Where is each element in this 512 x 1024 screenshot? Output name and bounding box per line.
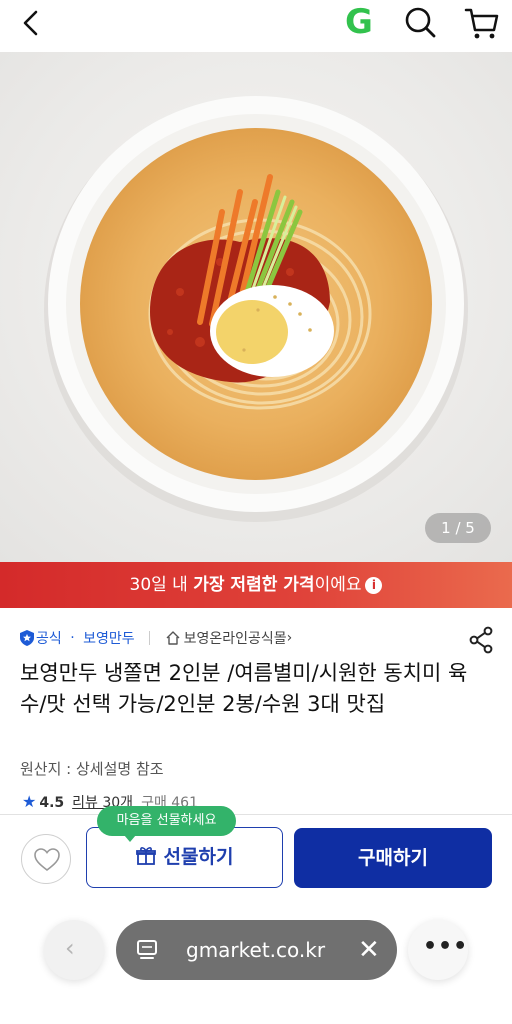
more-options-button[interactable]: ••• bbox=[408, 920, 468, 980]
back-button[interactable] bbox=[14, 6, 48, 40]
store-link[interactable]: 보영온라인공식몰› bbox=[165, 630, 293, 647]
heart-icon bbox=[34, 848, 60, 872]
buy-button[interactable]: 구매하기 bbox=[294, 828, 492, 888]
chevron-left-icon: ‹ bbox=[65, 934, 75, 962]
gift-icon bbox=[135, 847, 156, 865]
gift-tooltip: 마음을 선물하세요 bbox=[97, 806, 236, 842]
product-title: 보영만두 냉쫄면 2인분 /여름별미/시원한 동치미 육수/맛 선택 가능/2인… bbox=[20, 661, 468, 716]
product-image-gallery[interactable] bbox=[0, 52, 512, 562]
origin-info: 원산지 : 상세설명 참조 bbox=[20, 760, 164, 778]
brand-link[interactable]: 보영만두 bbox=[83, 631, 135, 647]
info-icon[interactable]: i bbox=[365, 577, 383, 594]
chevron-right-icon: › bbox=[286, 630, 293, 646]
more-icon: ••• bbox=[423, 934, 469, 959]
browser-back-button[interactable]: ‹ bbox=[44, 920, 104, 980]
tabs-icon bbox=[137, 940, 157, 959]
gift-label: 선물하기 bbox=[163, 846, 234, 868]
store-name: 보영온라인공식몰 bbox=[183, 631, 287, 647]
image-page-indicator: 1 / 5 bbox=[425, 513, 491, 543]
cart-icon[interactable] bbox=[462, 4, 500, 42]
rating-score: 4.5 bbox=[39, 795, 65, 811]
separator-dot: · bbox=[70, 630, 75, 646]
top-bar: G bbox=[0, 0, 512, 48]
wishlist-button[interactable] bbox=[21, 834, 71, 884]
lowest-price-banner[interactable]: 30일 내 가장 저렴한 가격이에요 i bbox=[0, 562, 512, 608]
url-text: gmarket.co.kr bbox=[186, 938, 326, 962]
search-icon[interactable] bbox=[402, 4, 438, 40]
star-icon: ★ bbox=[22, 792, 37, 811]
close-icon[interactable]: ✕ bbox=[358, 920, 380, 980]
official-label: 공식 bbox=[36, 631, 62, 647]
home-icon bbox=[166, 631, 180, 645]
banner-text-prefix: 30일 내 bbox=[129, 575, 194, 595]
gmarket-logo[interactable]: G bbox=[341, 4, 377, 40]
gift-button[interactable]: 선물하기 bbox=[86, 827, 283, 888]
banner-text-highlight: 가장 저렴한 가격 bbox=[193, 575, 315, 595]
divider bbox=[149, 631, 151, 645]
official-badge-icon bbox=[20, 630, 34, 646]
noodle-bowl-image bbox=[44, 96, 468, 522]
banner-text-suffix: 이에요 bbox=[314, 575, 362, 595]
share-icon[interactable] bbox=[468, 626, 494, 654]
address-bar[interactable]: gmarket.co.kr ✕ bbox=[116, 920, 397, 980]
seller-row: 공식 · 보영만두 보영온라인공식몰› bbox=[20, 628, 292, 650]
